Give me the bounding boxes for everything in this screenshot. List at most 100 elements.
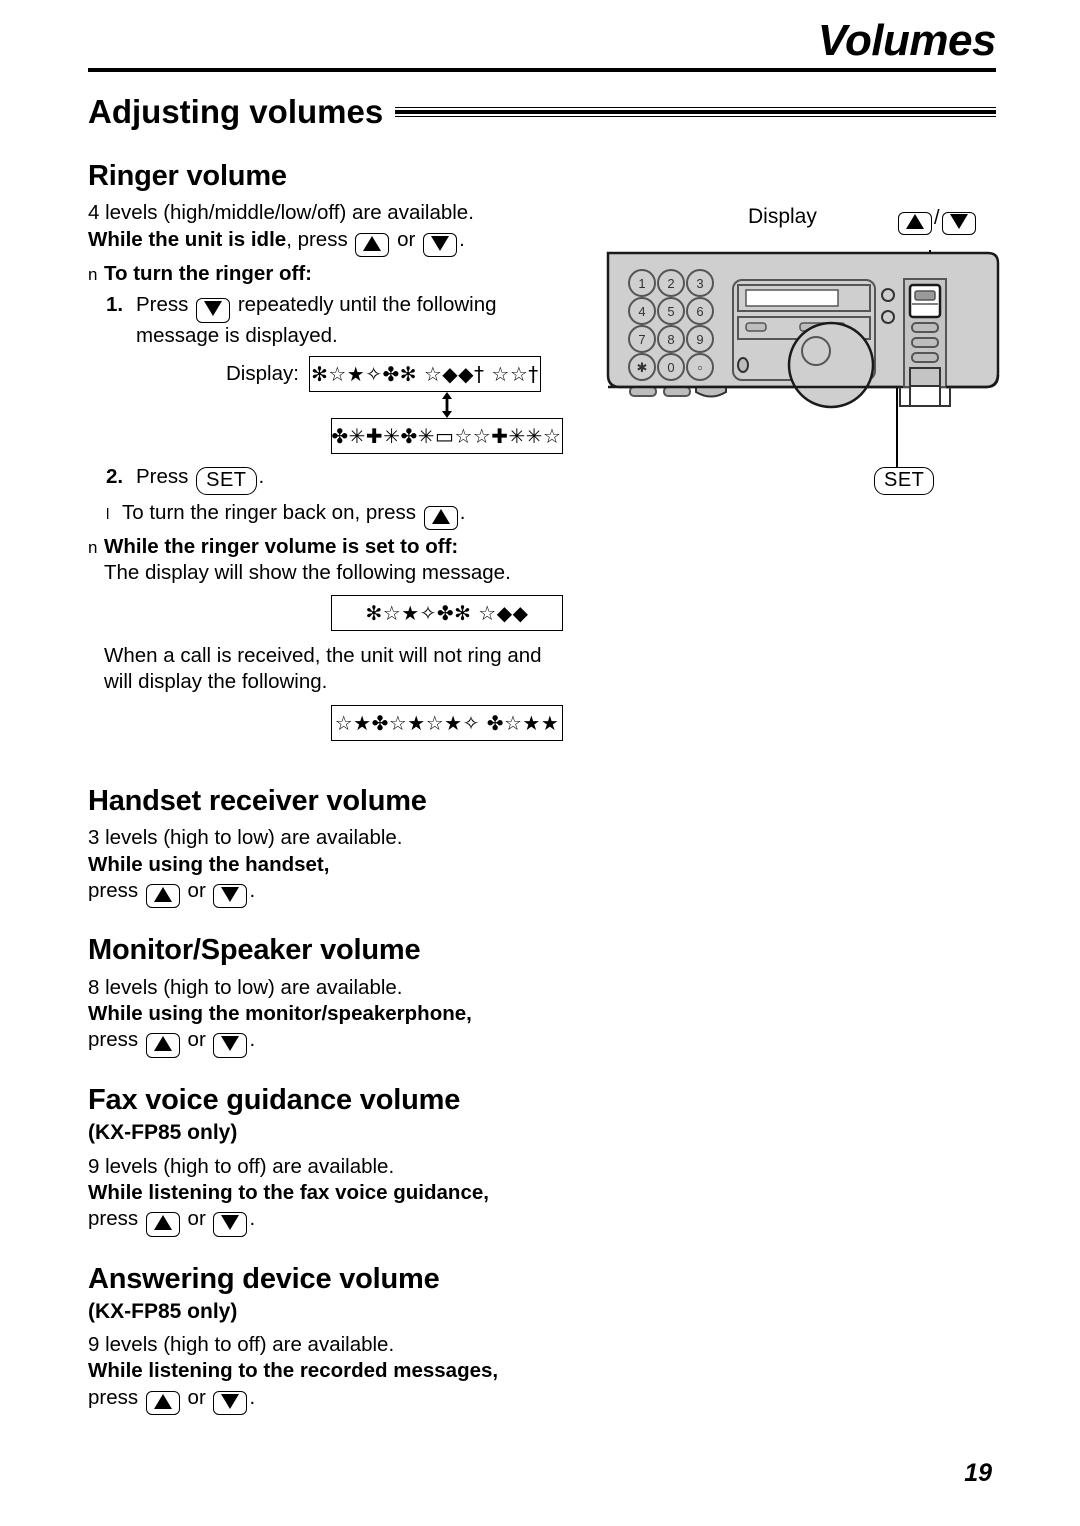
- fax-voice-press-line: press or .: [88, 1206, 588, 1237]
- step-1-pre: Press: [136, 293, 189, 317]
- step-1-body: Press repeatedly until the following mes…: [136, 292, 497, 349]
- handset-condition-line: While using the handset,: [88, 852, 330, 876]
- triangle-down-icon: [431, 235, 450, 251]
- triangle-down-icon: [221, 1215, 240, 1231]
- answering-device-press-line: press or .: [88, 1385, 588, 1416]
- page-header: Volumes: [88, 16, 997, 73]
- heading-monitor-speaker-volume: Monitor/Speaker volume: [88, 934, 421, 967]
- incoming-call-paragraph-line2: will display the following.: [104, 669, 328, 693]
- triangle-up-icon: [906, 214, 924, 229]
- step-2-body: Press SET.: [136, 464, 264, 495]
- svg-text:9: 9: [696, 332, 703, 347]
- fax-voice-condition-line: While listening to the fax voice guidanc…: [88, 1180, 489, 1204]
- up-arrow-key[interactable]: [145, 1033, 180, 1058]
- ringer-off-paragraph: The display will show the following mess…: [104, 561, 511, 585]
- heading-fax-voice-guidance-volume: Fax voice guidance volume: [88, 1083, 461, 1116]
- fax-voice-or-word: or: [187, 1207, 206, 1231]
- monitor-or-word: or: [187, 1028, 206, 1052]
- up-arrow-key[interactable]: [423, 505, 458, 531]
- ringer-condition-line: While the unit is idle, press or .: [88, 227, 588, 258]
- down-arrow-key[interactable]: [423, 232, 458, 258]
- up-arrow-key[interactable]: [898, 212, 932, 235]
- monitor-press-line: press or .: [88, 1027, 588, 1058]
- ringer-condition-rest: , press: [286, 227, 348, 251]
- step-2-pre: Press: [136, 464, 189, 488]
- ringer-levels-line: 4 levels (high/middle/low/off) are avail…: [88, 201, 474, 225]
- updown-arrow-connector: [331, 391, 563, 418]
- down-arrow-key[interactable]: [213, 1212, 248, 1237]
- answering-device-press-word: press: [88, 1385, 139, 1409]
- square-bullet-icon: n: [88, 538, 98, 558]
- monitor-condition-line: While using the monitor/speakerphone,: [88, 1002, 472, 1026]
- sub-bullet-text: To turn the ringer back on, press: [122, 500, 416, 524]
- up-arrow-key[interactable]: [355, 232, 390, 258]
- up-arrow-key[interactable]: [145, 1390, 180, 1416]
- sub-bullet-body: To turn the ringer back on, press .: [122, 500, 465, 531]
- triangle-up-icon: [363, 235, 382, 251]
- fax-voice-levels-line: 9 levels (high to off) are available.: [88, 1154, 395, 1178]
- svg-text:▫: ▫: [698, 360, 703, 375]
- svg-text:6: 6: [696, 304, 703, 319]
- down-arrow-key[interactable]: [196, 298, 231, 323]
- ringer-condition-or: or: [397, 227, 416, 251]
- answering-device-condition-line: While listening to the recorded messages…: [88, 1359, 499, 1383]
- incoming-call-paragraph-line1: When a call is received, the unit will n…: [104, 643, 542, 667]
- svg-text:8: 8: [667, 332, 674, 347]
- heading-handset-receiver-volume: Handset receiver volume: [88, 785, 427, 818]
- step-2-number: 2.: [106, 464, 124, 488]
- set-key[interactable]: SET: [874, 467, 935, 495]
- handset-or-word: or: [187, 878, 206, 902]
- fax-voice-end-word: .: [249, 1207, 256, 1231]
- svg-text:1: 1: [638, 276, 645, 291]
- bullet-ringer-volume-off-label: While the ringer volume is set to off:: [104, 535, 459, 559]
- triangle-down-icon: [221, 1393, 240, 1409]
- triangle-down-icon: [949, 214, 968, 229]
- triangle-down-icon: [221, 1036, 240, 1052]
- right-column: 123 456 789 ✱ 0 ▫ Display / SET: [600, 205, 1020, 515]
- heading-ringer-volume: Ringer volume: [88, 160, 287, 192]
- square-bullet-icon: n: [88, 265, 98, 285]
- page-number: 19: [964, 1459, 992, 1487]
- left-column: Ringer volume 4 levels (high/middle/low/…: [88, 160, 588, 1416]
- triangle-down-icon: [221, 886, 240, 902]
- lcd-text-ringer-level: ✻☆★✧✤✻ ☆◆◆† ☆☆†: [311, 361, 539, 386]
- section-bar: Adjusting volumes: [88, 95, 996, 128]
- svg-text:4: 4: [638, 304, 645, 319]
- fax-machine-diagram: 123 456 789 ✱ 0 ▫ Display / SET: [600, 205, 1020, 515]
- down-arrow-key[interactable]: [941, 212, 976, 235]
- lcd-display-incoming-call: ☆★✤☆★☆★✧ ✤☆★★: [331, 705, 563, 742]
- section-bar-rule: [395, 105, 996, 119]
- up-arrow-key[interactable]: [145, 1212, 180, 1237]
- svg-text:7: 7: [638, 332, 645, 347]
- bullet-ringer-volume-off: n While the ringer volume is set to off:: [88, 534, 588, 560]
- step-1-number: 1.: [106, 293, 124, 317]
- monitor-press-word: press: [88, 1028, 139, 1052]
- chapter-title: Volumes: [817, 16, 997, 65]
- section-title: Adjusting volumes: [88, 93, 384, 130]
- down-arrow-key[interactable]: [213, 1390, 248, 1416]
- monitor-end-word: .: [249, 1028, 256, 1052]
- handset-levels-line: 3 levels (high to low) are available.: [88, 826, 403, 850]
- bullet-to-turn-ringer-off: n To turn the ringer off:: [88, 261, 588, 287]
- set-key[interactable]: SET: [196, 466, 257, 495]
- display-label: Display:: [226, 361, 299, 385]
- step-1-line2: message is displayed.: [136, 323, 338, 347]
- svg-text:0: 0: [667, 360, 674, 375]
- heading-answering-device-volume: Answering device volume: [88, 1262, 440, 1295]
- svg-text:2: 2: [667, 276, 674, 291]
- sub-bullet-turn-ringer-back-on: l To turn the ringer back on, press .: [88, 500, 588, 531]
- lcd-text-incoming-call: ☆★✤☆★☆★✧ ✤☆★★: [334, 711, 560, 736]
- sub-bullet-end: .: [459, 500, 466, 524]
- step-1-post: repeatedly until the following: [237, 293, 497, 317]
- lcd-display-ringer-level: ✻☆★✧✤✻ ☆◆◆† ☆☆†: [308, 355, 541, 392]
- down-arrow-key[interactable]: [213, 883, 248, 909]
- answering-device-levels-line: 9 levels (high to off) are available.: [88, 1333, 395, 1357]
- handset-end-word: .: [249, 878, 256, 902]
- down-arrow-key[interactable]: [213, 1033, 248, 1058]
- set-key-callout: SET: [872, 467, 936, 495]
- dash-bullet-icon: l: [106, 505, 110, 523]
- triangle-up-icon: [153, 1036, 172, 1052]
- up-arrow-key[interactable]: [145, 883, 180, 909]
- triangle-up-icon: [153, 886, 172, 902]
- header-rule: [88, 68, 996, 73]
